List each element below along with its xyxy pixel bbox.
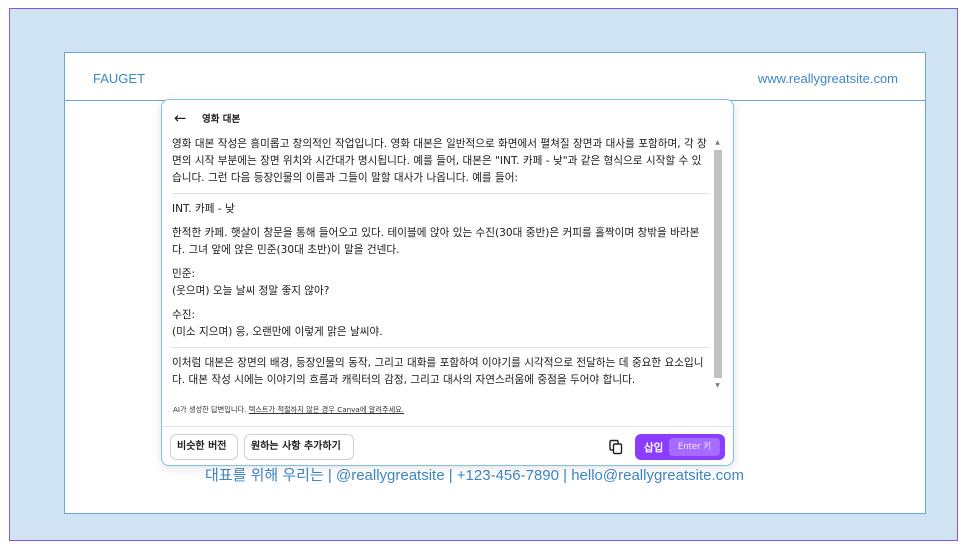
ai-disclaimer: AI가 생성한 답변입니다. 텍스트가 적절하지 않은 경우 Canva에 알려… xyxy=(173,405,404,415)
design-header: FAUGET www.reallygreatsite.com xyxy=(65,53,925,101)
scrollbar[interactable]: ▲ ▼ xyxy=(713,138,722,391)
website-text: www.reallygreatsite.com xyxy=(757,71,898,86)
footer-contact-text: 대표를 위해 우리는 | @reallygreatsite | +123-456… xyxy=(205,467,745,484)
scroll-up-icon[interactable]: ▲ xyxy=(713,138,722,148)
add-request-button[interactable]: 원하는 사항 추가하기 xyxy=(244,434,354,460)
panel-header: ← 영화 대본 xyxy=(162,100,733,136)
copy-icon[interactable] xyxy=(608,439,624,455)
disclaimer-text: AI가 생성한 답변입니다. xyxy=(173,405,249,414)
closing-paragraph: 이처럼 대본은 장면의 배경, 등장인물의 동작, 그리고 대화를 포함하여 이… xyxy=(172,357,704,386)
divider xyxy=(172,347,710,348)
generated-text[interactable]: 영화 대본 작성은 흥미롭고 창의적인 작업입니다. 영화 대본은 일반적으로 … xyxy=(172,136,710,418)
dialogue-line: (웃으며) 오늘 날씨 정말 좋지 않아? xyxy=(172,285,330,297)
scroll-down-icon[interactable]: ▼ xyxy=(713,381,722,391)
back-arrow-icon[interactable]: ← xyxy=(174,109,192,127)
insert-label: 삽입 xyxy=(644,442,664,454)
brand-name: FAUGET xyxy=(93,71,146,86)
enter-key-hint: Enter 키 xyxy=(669,438,720,456)
similar-version-button[interactable]: 비슷한 버전 xyxy=(170,434,238,460)
ai-writer-panel: ← 영화 대본 영화 대본 작성은 흥미롭고 창의적인 작업입니다. 영화 대본… xyxy=(161,99,734,466)
panel-title: 영화 대본 xyxy=(202,114,241,125)
scene-heading: INT. 카페 - 낮 xyxy=(172,203,235,215)
insert-button[interactable]: 삽입 Enter 키 xyxy=(635,434,725,460)
action-paragraph: 한적한 카페. 햇살이 창문을 통해 들어오고 있다. 테이블에 앉아 있는 수… xyxy=(172,227,700,256)
intro-paragraph: 영화 대본 작성은 흥미롭고 창의적인 작업입니다. 영화 대본은 일반적으로 … xyxy=(172,138,707,184)
scroll-thumb[interactable] xyxy=(714,150,722,378)
character-name: 민준: xyxy=(172,268,196,280)
report-link[interactable]: 텍스트가 적절하지 않은 경우 Canva에 알려주세요. xyxy=(249,405,404,414)
character-name: 수진: xyxy=(172,309,196,321)
divider xyxy=(162,426,733,427)
dialogue-line: (미소 지으며) 응, 오랜만에 이렇게 맑은 날씨야. xyxy=(172,326,383,338)
divider xyxy=(172,193,710,194)
